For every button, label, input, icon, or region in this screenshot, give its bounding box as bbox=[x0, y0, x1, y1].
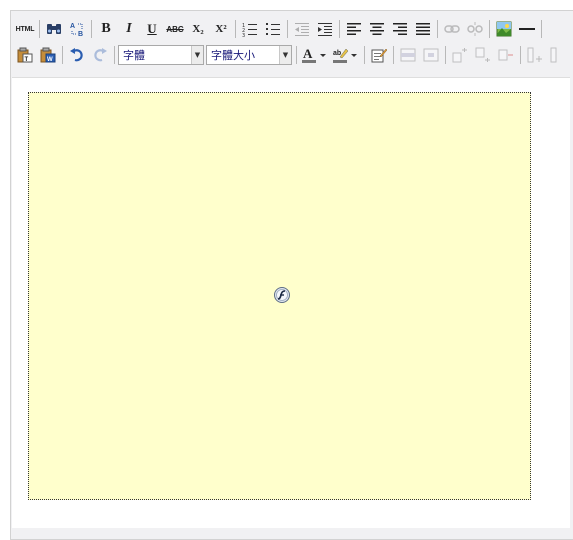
align-center-icon[interactable] bbox=[366, 18, 388, 40]
toolbar-separator bbox=[437, 20, 438, 38]
toolbar-separator bbox=[541, 20, 542, 38]
align-justify-icon[interactable] bbox=[412, 18, 434, 40]
svg-text:ab: ab bbox=[333, 50, 341, 57]
outdent-icon[interactable] bbox=[291, 18, 313, 40]
unlink-icon[interactable] bbox=[464, 18, 486, 40]
paste-text-icon[interactable]: T bbox=[14, 44, 36, 66]
chevron-down-icon[interactable]: ▼ bbox=[279, 46, 291, 64]
underline-button[interactable]: U bbox=[141, 18, 163, 40]
table-cell-icon[interactable] bbox=[420, 44, 442, 66]
font-size-select[interactable]: 字體大小 ▼ bbox=[206, 45, 292, 65]
toolbar-separator bbox=[489, 20, 490, 38]
table-extra-icon[interactable] bbox=[547, 44, 569, 66]
svg-text:T: T bbox=[25, 57, 29, 63]
toolbar-separator bbox=[364, 46, 365, 64]
insert-row-before-icon[interactable] bbox=[449, 44, 471, 66]
link-icon[interactable] bbox=[441, 18, 463, 40]
numbered-list-icon[interactable]: 123 bbox=[239, 18, 261, 40]
text-color-button[interactable]: A bbox=[300, 44, 330, 66]
toolbar-row-1: HTML AB B I U ABC X₂ X² 123 bbox=[14, 17, 545, 41]
toolbar-separator bbox=[114, 46, 115, 64]
font-family-value: 字體 bbox=[123, 49, 145, 62]
toolbar-separator bbox=[39, 20, 40, 38]
replace-icon[interactable]: AB bbox=[66, 18, 88, 40]
toolbar-separator bbox=[445, 46, 446, 64]
editor-content-area[interactable] bbox=[12, 77, 570, 528]
svg-text:B: B bbox=[78, 31, 83, 37]
align-right-icon[interactable] bbox=[389, 18, 411, 40]
find-icon[interactable] bbox=[43, 18, 65, 40]
toolbar-separator bbox=[91, 20, 92, 38]
italic-button[interactable]: I bbox=[118, 18, 140, 40]
flash-object-placeholder[interactable] bbox=[28, 92, 531, 500]
table-row-icon[interactable] bbox=[397, 44, 419, 66]
bold-button[interactable]: B bbox=[95, 18, 117, 40]
edit-source-icon[interactable] bbox=[368, 44, 390, 66]
toolbar-separator bbox=[339, 20, 340, 38]
font-family-select[interactable]: 字體 ▼ bbox=[118, 45, 204, 65]
toolbar-separator bbox=[520, 46, 521, 64]
toolbar-separator bbox=[393, 46, 394, 64]
svg-text:W: W bbox=[47, 57, 53, 63]
strikethrough-button[interactable]: ABC bbox=[164, 18, 186, 40]
paste-word-icon[interactable]: W bbox=[37, 44, 59, 66]
bulleted-list-icon[interactable] bbox=[262, 18, 284, 40]
toolbar-row-2: T W 字體 ▼ 字體大小 ▼ A ab bbox=[14, 43, 570, 67]
indent-icon[interactable] bbox=[314, 18, 336, 40]
flash-icon bbox=[273, 286, 291, 304]
svg-text:A: A bbox=[303, 46, 313, 61]
redo-icon[interactable] bbox=[89, 44, 111, 66]
undo-icon[interactable] bbox=[66, 44, 88, 66]
toolbar-separator bbox=[287, 20, 288, 38]
highlight-color-button[interactable]: ab bbox=[331, 44, 361, 66]
subscript-button[interactable]: X₂ bbox=[187, 18, 209, 40]
delete-row-icon[interactable] bbox=[495, 44, 517, 66]
html-source-button[interactable]: HTML bbox=[14, 18, 36, 40]
font-size-value: 字體大小 bbox=[211, 49, 255, 62]
insert-column-icon[interactable] bbox=[524, 44, 546, 66]
insert-row-after-icon[interactable] bbox=[472, 44, 494, 66]
align-left-icon[interactable] bbox=[343, 18, 365, 40]
svg-text:3: 3 bbox=[242, 33, 245, 37]
toolbar-separator bbox=[62, 46, 63, 64]
toolbar-separator bbox=[235, 20, 236, 38]
toolbar-separator bbox=[296, 46, 297, 64]
chevron-down-icon[interactable]: ▼ bbox=[191, 46, 203, 64]
insert-image-icon[interactable] bbox=[493, 18, 515, 40]
superscript-button[interactable]: X² bbox=[210, 18, 232, 40]
svg-text:A: A bbox=[70, 23, 75, 30]
horizontal-rule-icon[interactable] bbox=[516, 18, 538, 40]
